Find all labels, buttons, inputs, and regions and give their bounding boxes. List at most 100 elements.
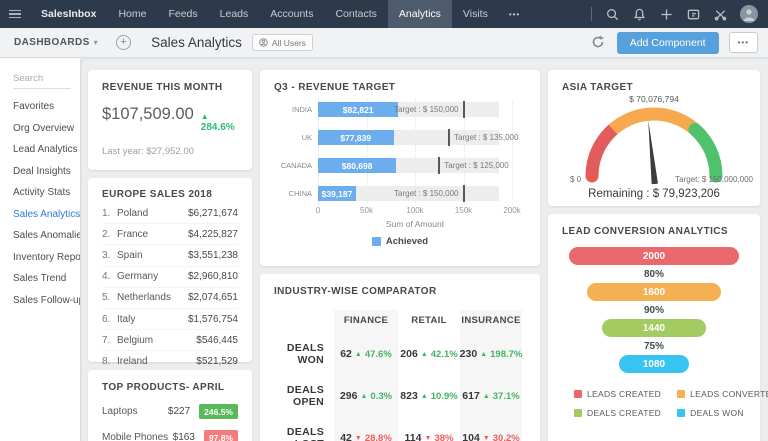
funnel-stage[interactable]: 2000 bbox=[569, 247, 738, 265]
gauge-chart: $ 70,076,794 $ 0 Target: $ 150,000,000 bbox=[562, 96, 746, 184]
nav-item-analytics[interactable]: Analytics bbox=[388, 0, 452, 28]
table-cell: 230▲198.7% bbox=[460, 333, 522, 375]
list-item: Mobile Phones $163 97.8% bbox=[102, 430, 238, 441]
funnel-stage[interactable]: 1080 bbox=[619, 355, 689, 373]
status-badge: 246.5% bbox=[199, 404, 238, 419]
page-title: Sales Analytics bbox=[151, 35, 242, 50]
lead-conversion-card: LEAD CONVERSION ANALYTICS 2000 80% 1600 … bbox=[548, 214, 760, 441]
sidebar-item-sales-anomalies[interactable]: Sales Anomalies bbox=[13, 230, 80, 241]
card-title: REVENUE THIS MONTH bbox=[102, 82, 238, 93]
down-arrow-icon: ▼ bbox=[425, 435, 432, 441]
legend-swatch bbox=[677, 390, 685, 398]
tools-icon[interactable] bbox=[713, 7, 727, 21]
column-header: RETAIL bbox=[398, 307, 460, 333]
nav-item-accounts[interactable]: Accounts bbox=[259, 0, 324, 28]
funnel-stage[interactable]: 1440 bbox=[602, 319, 705, 337]
legend-item: DEALS WON bbox=[677, 408, 744, 418]
legend-swatch bbox=[574, 390, 582, 398]
list-item: Laptops $227 246.5% bbox=[102, 404, 238, 419]
gauge-segment-red bbox=[592, 129, 613, 176]
conversion-rate: 80% bbox=[562, 265, 746, 283]
panel-icon[interactable] bbox=[686, 7, 700, 21]
q3-bar-chart: INDIA $82,821 Target : $ 150,000 UK $77,… bbox=[318, 102, 512, 201]
sidebar-item-favorites[interactable]: Favorites bbox=[13, 101, 80, 112]
nav-more-tabs-button[interactable]: ••• bbox=[499, 0, 530, 28]
legend-swatch bbox=[574, 409, 582, 417]
achieved-bar[interactable]: $80,698 bbox=[318, 158, 396, 173]
table-cell: 114▼38% bbox=[398, 417, 460, 441]
funnel-stage[interactable]: 1600 bbox=[587, 283, 721, 301]
gridline bbox=[512, 99, 513, 204]
sidebar-item-sales-trend[interactable]: Sales Trend bbox=[13, 273, 80, 284]
nav-item-salesinbox[interactable]: SalesInbox bbox=[30, 0, 107, 28]
nav-item-feeds[interactable]: Feeds bbox=[157, 0, 208, 28]
table-cell: 296▲0.3% bbox=[334, 375, 398, 417]
sidebar-item-lead-analytics[interactable]: Lead Analytics bbox=[13, 144, 80, 155]
dashboards-label: DASHBOARDS bbox=[14, 37, 90, 48]
all-users-badge[interactable]: All Users bbox=[252, 34, 313, 51]
achieved-bar[interactable]: $82,821 bbox=[318, 102, 398, 117]
revenue-change: ▲ 284.6% bbox=[201, 111, 238, 133]
conversion-rate: 90% bbox=[562, 301, 746, 319]
up-arrow-icon: ▲ bbox=[480, 351, 487, 358]
toolbar-more-button[interactable]: ••• bbox=[729, 32, 758, 53]
sidebar-item-inventory-reports[interactable]: Inventory Reports bbox=[13, 252, 80, 263]
top-navigation-bar: SalesInbox Home Feeds Leads Accounts Con… bbox=[0, 0, 768, 28]
list-item: 3.Spain$3,551,238 bbox=[102, 245, 238, 266]
nav-item-visits[interactable]: Visits bbox=[452, 0, 499, 28]
revenue-this-month-card: REVENUE THIS MONTH $107,509.00 ▲ 284.6% … bbox=[88, 70, 252, 170]
add-component-button[interactable]: Add Component bbox=[617, 32, 719, 54]
achieved-bar[interactable]: $39,187 bbox=[318, 186, 356, 201]
add-dashboard-button[interactable]: + bbox=[116, 35, 131, 50]
europe-sales-card: EUROPE SALES 2018 1.Poland$6,271,674 2.F… bbox=[88, 178, 252, 362]
conversion-rate: 75% bbox=[562, 337, 746, 355]
row-header: DEALS LOST bbox=[274, 417, 334, 441]
asia-target-card: ASIA TARGET $ 70,076,794 $ 0 Target: $ 1… bbox=[548, 70, 760, 206]
chart-legend: Achieved bbox=[274, 236, 526, 247]
gauge-segment-green bbox=[695, 129, 716, 176]
sidebar-item-org-overview[interactable]: Org Overview bbox=[13, 123, 80, 134]
x-axis: 0 50k 100k 150k 200k bbox=[318, 206, 512, 216]
comparator-table: FINANCE RETAIL INSURANCE DEALS WON 62▲47… bbox=[274, 307, 526, 441]
gauge-target-label: Target: $ 150,000,000 bbox=[675, 175, 753, 184]
refresh-icon[interactable] bbox=[591, 35, 607, 51]
list-item: 7.Belgium$546,445 bbox=[102, 330, 238, 351]
sidebar-item-sales-follow-up[interactable]: Sales Follow-up T bbox=[13, 295, 80, 306]
list-item: 1.Poland$6,271,674 bbox=[102, 203, 238, 224]
list-item: 2.France$4,225,827 bbox=[102, 224, 238, 245]
dashboards-dropdown[interactable]: DASHBOARDS ▾ bbox=[10, 37, 102, 48]
nav-item-home[interactable]: Home bbox=[107, 0, 157, 28]
list-item: 8.Ireland$521,529 bbox=[102, 351, 238, 371]
all-users-label: All Users bbox=[272, 38, 306, 48]
gauge-segment-orange bbox=[613, 114, 695, 129]
search-icon[interactable] bbox=[605, 7, 619, 21]
nav-item-contacts[interactable]: Contacts bbox=[324, 0, 387, 28]
menu-icon[interactable] bbox=[0, 0, 30, 28]
chart-bar-row: UK $77,839 Target : $ 135,000 bbox=[318, 130, 512, 145]
search-input[interactable] bbox=[13, 71, 71, 89]
sidebar-item-deal-insights[interactable]: Deal Insights bbox=[13, 166, 80, 177]
gauge-remaining-label: Remaining : $ 79,923,206 bbox=[562, 188, 746, 200]
table-cell: 62▲47.6% bbox=[334, 333, 398, 375]
bell-icon[interactable] bbox=[632, 7, 646, 21]
card-title: Q3 - REVENUE TARGET bbox=[274, 82, 526, 93]
legend-swatch bbox=[677, 409, 685, 417]
legend-item: LEADS CONVERTED bbox=[677, 389, 768, 399]
legend-item: LEADS CREATED bbox=[574, 389, 661, 399]
up-arrow-icon: ▲ bbox=[421, 351, 428, 358]
table-cell: 206▲42.1% bbox=[398, 333, 460, 375]
card-title: INDUSTRY-WISE COMPARATOR bbox=[274, 286, 526, 297]
down-arrow-icon: ▼ bbox=[355, 435, 362, 441]
column-header: INSURANCE bbox=[460, 307, 522, 333]
dashboard-canvas: REVENUE THIS MONTH $107,509.00 ▲ 284.6% … bbox=[80, 58, 768, 441]
dashboards-sidebar: Favorites Org Overview Lead Analytics De… bbox=[0, 58, 80, 441]
nav-item-leads[interactable]: Leads bbox=[209, 0, 260, 28]
quick-create-plus-icon[interactable] bbox=[659, 7, 673, 21]
nav-divider bbox=[591, 7, 592, 21]
sidebar-item-sales-analytics[interactable]: Sales Analytics bbox=[13, 209, 80, 220]
sidebar-item-activity-stats[interactable]: Activity Stats bbox=[13, 187, 80, 198]
user-avatar[interactable] bbox=[740, 5, 758, 23]
achieved-bar[interactable]: $77,839 bbox=[318, 130, 394, 145]
status-badge: 97.8% bbox=[204, 430, 238, 441]
table-cell: 42▼28.8% bbox=[334, 417, 398, 441]
